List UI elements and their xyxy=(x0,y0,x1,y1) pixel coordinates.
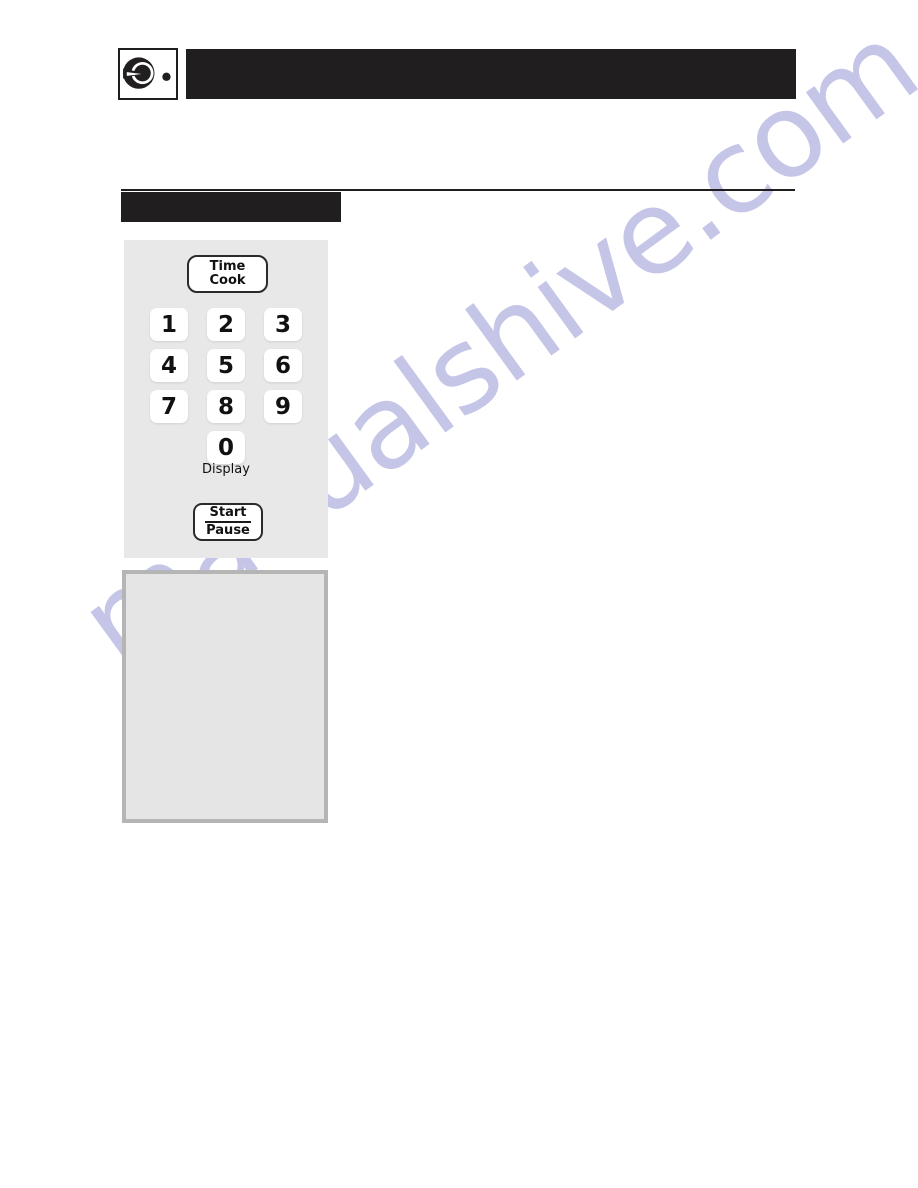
illustration-placeholder xyxy=(122,570,328,823)
number-key-2[interactable]: 2 xyxy=(207,308,245,341)
start-pause-label-line1: Start xyxy=(209,505,247,521)
number-key-4[interactable]: 4 xyxy=(150,349,188,382)
time-cook-label-line1: Time xyxy=(209,259,246,275)
number-key-5[interactable]: 5 xyxy=(207,349,245,382)
section-divider-rule xyxy=(121,189,795,191)
control-panel-illustration: Time Cook 1 2 3 4 5 6 7 8 9 0 Display St… xyxy=(124,240,328,558)
page-canvas: Time Cook 1 2 3 4 5 6 7 8 9 0 Display St… xyxy=(0,0,918,1188)
masthead xyxy=(0,0,918,140)
number-key-0[interactable]: 0 xyxy=(207,431,245,464)
start-pause-button[interactable]: Start Pause xyxy=(193,503,263,541)
display-label: Display xyxy=(202,462,250,477)
masthead-title-bar xyxy=(186,49,796,99)
number-key-9[interactable]: 9 xyxy=(264,390,302,423)
time-cook-label-line2: Cook xyxy=(209,273,246,288)
number-key-3[interactable]: 3 xyxy=(264,308,302,341)
number-key-7[interactable]: 7 xyxy=(150,390,188,423)
section-heading-bar xyxy=(121,192,341,222)
number-key-1[interactable]: 1 xyxy=(150,308,188,341)
start-pause-label-line2: Pause xyxy=(206,523,250,538)
number-key-6[interactable]: 6 xyxy=(264,349,302,382)
time-cook-button[interactable]: Time Cook xyxy=(187,255,268,293)
number-key-8[interactable]: 8 xyxy=(207,390,245,423)
microwave-dial-icon xyxy=(118,48,178,100)
